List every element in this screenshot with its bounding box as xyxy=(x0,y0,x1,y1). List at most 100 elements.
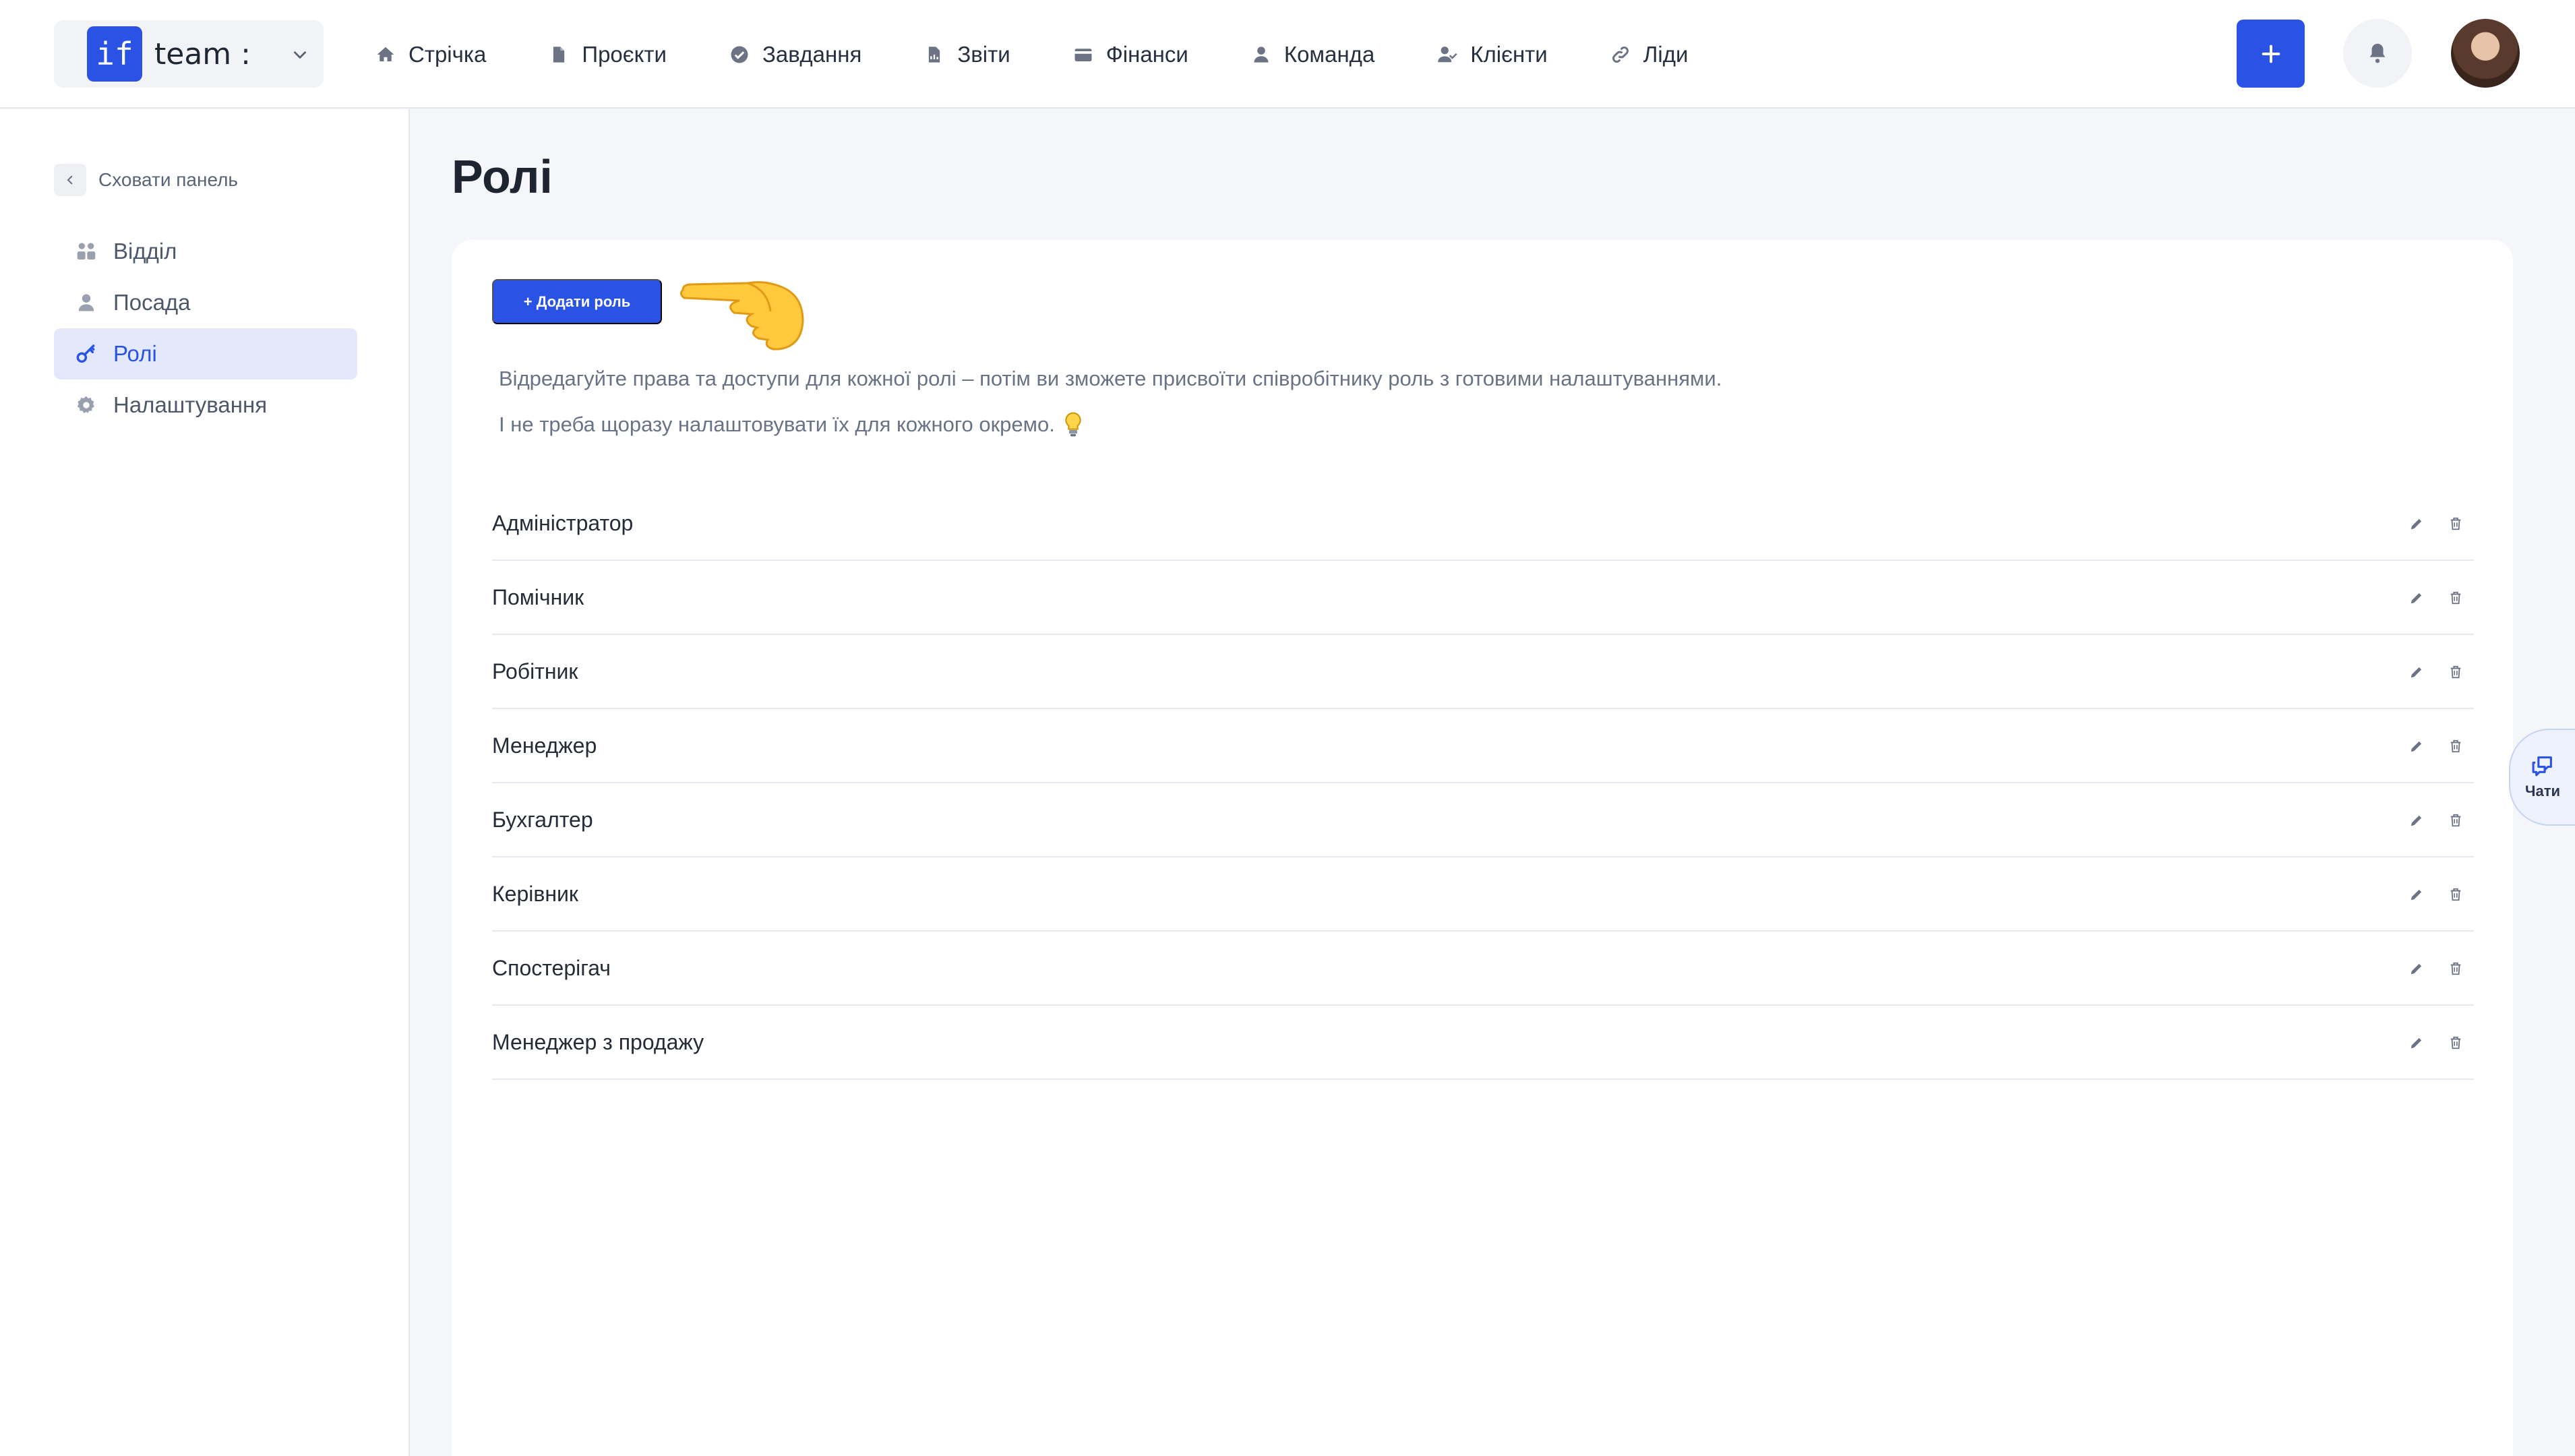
create-button[interactable] xyxy=(2237,20,2305,88)
role-actions xyxy=(2389,957,2467,980)
role-name: Бухгалтер xyxy=(492,807,593,832)
nav-item-finance[interactable]: Фінанси xyxy=(1072,42,1188,67)
trash-icon[interactable] xyxy=(2444,586,2467,609)
trash-icon[interactable] xyxy=(2444,883,2467,906)
trash-icon[interactable] xyxy=(2444,1031,2467,1054)
role-actions xyxy=(2389,512,2467,535)
roles-list: Адміністратор Помічник Робітник Менеджер xyxy=(492,487,2474,1080)
chats-tab-label: Чати xyxy=(2525,783,2560,799)
chevron-left-icon xyxy=(54,164,86,196)
report-icon xyxy=(923,44,945,65)
light-bulb-icon xyxy=(1065,412,1081,437)
person-icon xyxy=(74,291,98,315)
role-actions xyxy=(2389,586,2467,609)
link-icon xyxy=(1610,44,1631,65)
nav-item-label: Завдання xyxy=(762,41,862,67)
edit-pencil-icon[interactable] xyxy=(2405,586,2428,609)
document-icon xyxy=(548,44,570,65)
role-actions xyxy=(2389,809,2467,832)
role-actions xyxy=(2389,883,2467,906)
role-name: Помічник xyxy=(492,584,584,609)
nav-item-label: Проєкти xyxy=(582,41,667,67)
edit-pencil-icon[interactable] xyxy=(2405,883,2428,906)
chats-tab[interactable]: Чати xyxy=(2509,729,2575,826)
edit-pencil-icon[interactable] xyxy=(2405,512,2428,535)
bell-icon xyxy=(2369,43,2386,63)
home-icon xyxy=(375,44,396,65)
notifications-button[interactable] xyxy=(2343,19,2412,88)
sidebar-item-label: Посада xyxy=(113,290,191,315)
role-name: Спостерігач xyxy=(492,955,611,980)
pointing-hand-icon xyxy=(679,281,804,351)
trash-icon[interactable] xyxy=(2444,512,2467,535)
role-name: Керівник xyxy=(492,881,578,906)
edit-pencil-icon[interactable] xyxy=(2405,809,2428,832)
nav-item-team[interactable]: Команда xyxy=(1250,42,1374,67)
role-row[interactable]: Бухгалтер xyxy=(492,783,2474,857)
nav-item-label: Клієнти xyxy=(1470,41,1548,67)
description-line-2: І не треба щоразу налаштовувати їх для к… xyxy=(499,411,1085,438)
role-row[interactable]: Спостерігач xyxy=(492,932,2474,1006)
role-row[interactable]: Менеджер xyxy=(492,709,2474,783)
trash-icon[interactable] xyxy=(2444,957,2467,980)
hide-panel-button[interactable]: Сховати панель xyxy=(54,164,238,196)
trash-icon[interactable] xyxy=(2444,735,2467,758)
description-line-1: Відредагуйте права та доступи для кожної… xyxy=(499,367,1722,390)
sidebar-menu: Відділ Посада Ролі Налаштування xyxy=(54,226,357,431)
plus-icon xyxy=(2262,44,2280,63)
role-row[interactable]: Робітник xyxy=(492,635,2474,709)
role-name: Адміністратор xyxy=(492,510,634,535)
role-row[interactable]: Менеджер з продажу xyxy=(492,1006,2474,1080)
chat-bubbles-icon xyxy=(2532,756,2552,777)
roles-card: + Додати роль Відредагуйте права та дост… xyxy=(452,240,2513,1456)
edit-pencil-icon[interactable] xyxy=(2405,1031,2428,1054)
nav-item-reports[interactable]: Звіти xyxy=(923,42,1010,67)
check-circle-icon xyxy=(729,44,750,65)
sidebar-item-roles[interactable]: Ролі xyxy=(54,328,357,380)
main-nav: Стрічка Проєкти Завдання Звіти Фінанси К… xyxy=(375,0,1750,109)
role-row[interactable]: Помічник xyxy=(492,561,2474,635)
sidebar-item-department[interactable]: Відділ xyxy=(54,226,357,277)
edit-pencil-icon[interactable] xyxy=(2405,661,2428,684)
role-row[interactable]: Керівник xyxy=(492,857,2474,932)
trash-icon[interactable] xyxy=(2444,661,2467,684)
sidebar-item-label: Налаштування xyxy=(113,392,268,417)
trash-icon[interactable] xyxy=(2444,809,2467,832)
role-row[interactable]: Адміністратор xyxy=(492,487,2474,561)
description-line-2-text: І не треба щоразу налаштовувати їх для к… xyxy=(499,413,1055,436)
user-avatar[interactable] xyxy=(2451,19,2520,88)
nav-item-clients[interactable]: Клієнти xyxy=(1436,41,1548,67)
nav-item-label: Фінанси xyxy=(1105,41,1188,67)
nav-item-label: Команда xyxy=(1283,41,1375,67)
workspace-name: team : xyxy=(154,36,251,71)
department-icon xyxy=(74,239,98,264)
user-icon xyxy=(1250,44,1272,65)
nav-item-projects[interactable]: Проєкти xyxy=(548,42,667,67)
add-role-button[interactable]: + Додати роль xyxy=(492,279,662,324)
wallet-icon xyxy=(1072,44,1094,65)
nav-item-label: Стрічка xyxy=(408,41,487,67)
nav-item-label: Звіти xyxy=(957,41,1010,67)
sidebar-item-label: Відділ xyxy=(113,239,177,264)
page-title: Ролі xyxy=(452,150,553,203)
nav-item-leads[interactable]: Ліди xyxy=(1610,41,1689,67)
top-bar: if team : Стрічка Проєкти Завдання Звіти… xyxy=(0,0,2575,109)
sidebar-item-settings[interactable]: Налаштування xyxy=(54,380,357,431)
workspace-logo: if xyxy=(87,26,142,82)
edit-pencil-icon[interactable] xyxy=(2405,735,2428,758)
nav-item-tasks[interactable]: Завдання xyxy=(729,42,861,67)
role-actions xyxy=(2389,661,2467,684)
role-name: Менеджер xyxy=(492,733,597,758)
nav-item-label: Ліди xyxy=(1643,41,1689,67)
hide-panel-label: Сховати панель xyxy=(98,169,239,190)
sidebar-item-position[interactable]: Посада xyxy=(54,277,357,328)
key-icon xyxy=(74,342,98,366)
workspace-switcher[interactable]: if team : xyxy=(54,20,324,88)
role-actions xyxy=(2389,735,2467,758)
role-actions xyxy=(2389,1031,2467,1054)
edit-pencil-icon[interactable] xyxy=(2405,957,2428,980)
clients-icon xyxy=(1436,44,1458,65)
nav-item-feed[interactable]: Стрічка xyxy=(375,42,486,67)
settings-sidebar: Сховати панель Відділ Посада Ролі Налашт… xyxy=(0,109,410,1456)
chevron-down-icon xyxy=(294,51,306,59)
